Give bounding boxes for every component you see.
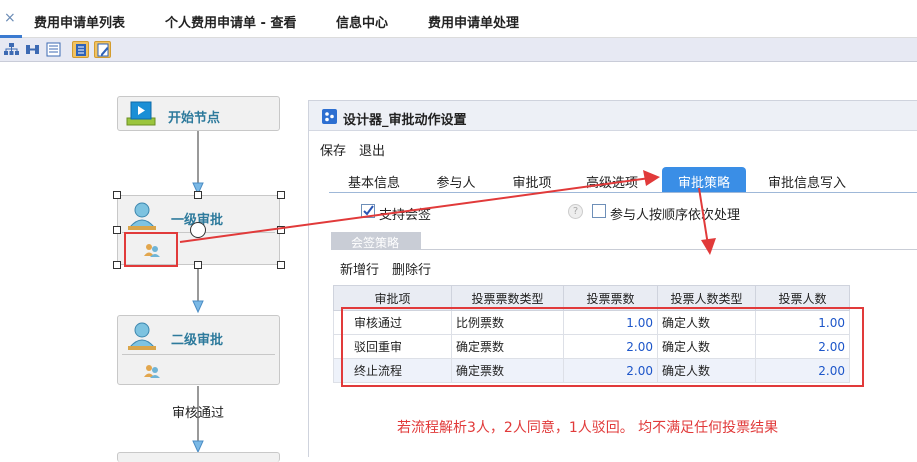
action-settings-panel: 设计器_审批动作设置 保存 退出 基本信息 参与人 审批项 高级选项 审批策略 … — [308, 100, 917, 457]
tab-approval-items[interactable]: 审批项 — [501, 167, 563, 193]
approver-icon — [128, 202, 156, 230]
highlight-table-box — [341, 307, 864, 387]
tab-advanced[interactable]: 高级选项 — [574, 167, 650, 193]
resize-handle-nw[interactable] — [113, 191, 121, 199]
tab-underline — [329, 192, 917, 193]
resize-handle-sw[interactable] — [113, 261, 121, 269]
add-row-button[interactable]: 新增行 — [340, 259, 379, 278]
panel-title: 设计器_审批动作设置 — [343, 113, 467, 128]
countersign-checkbox[interactable] — [361, 204, 375, 218]
delete-row-button[interactable]: 删除行 — [392, 259, 431, 278]
exit-menu[interactable]: 退出 — [359, 140, 385, 159]
help-icon[interactable]: ? — [568, 204, 583, 219]
section-tab-countersign[interactable]: 会签策略 — [331, 232, 421, 250]
resize-handle-s[interactable] — [194, 261, 202, 269]
sequence-checkbox[interactable] — [592, 204, 606, 218]
checkmark-icon — [363, 205, 374, 216]
save-menu[interactable]: 保存 — [320, 140, 346, 159]
next-node[interactable] — [117, 452, 280, 462]
section-divider — [331, 249, 917, 250]
approver-icon — [128, 322, 156, 350]
resize-handle-w[interactable] — [113, 226, 121, 234]
start-node-label: 开始节点 — [168, 111, 221, 126]
tab-participants[interactable]: 参与人 — [421, 167, 491, 193]
resize-handle-e[interactable] — [277, 226, 285, 234]
tab-basic-info[interactable]: 基本信息 — [337, 167, 411, 193]
resize-handle-ne[interactable] — [277, 191, 285, 199]
sequence-label: 参与人按顺序依次处理 — [610, 208, 741, 223]
resize-handle-n[interactable] — [194, 191, 202, 199]
resize-handle-se[interactable] — [277, 261, 285, 269]
start-node[interactable]: 开始节点 — [117, 96, 280, 131]
tab-approval-info-write[interactable]: 审批信息写入 — [757, 167, 857, 193]
approval-node-level2[interactable]: 二级审批 — [117, 315, 280, 385]
countersign-label: 支持会签 — [379, 208, 432, 223]
panel-header: 设计器_审批动作设置 — [309, 101, 917, 131]
designer-icon — [322, 109, 337, 124]
connection-port[interactable] — [190, 222, 206, 238]
start-node-icon — [126, 101, 156, 126]
tab-approval-strategy[interactable]: 审批策略 — [662, 167, 746, 193]
participants-icon[interactable] — [144, 364, 160, 378]
highlight-participants-box — [124, 232, 178, 267]
edge-label[interactable]: 审核通过 — [172, 402, 224, 421]
approval-node-level2-label: 二级审批 — [171, 333, 224, 348]
annotation-note: 若流程解析3人，2人同意，1人驳回。 均不满足任何投票结果 — [397, 420, 779, 436]
node-divider — [122, 354, 275, 355]
